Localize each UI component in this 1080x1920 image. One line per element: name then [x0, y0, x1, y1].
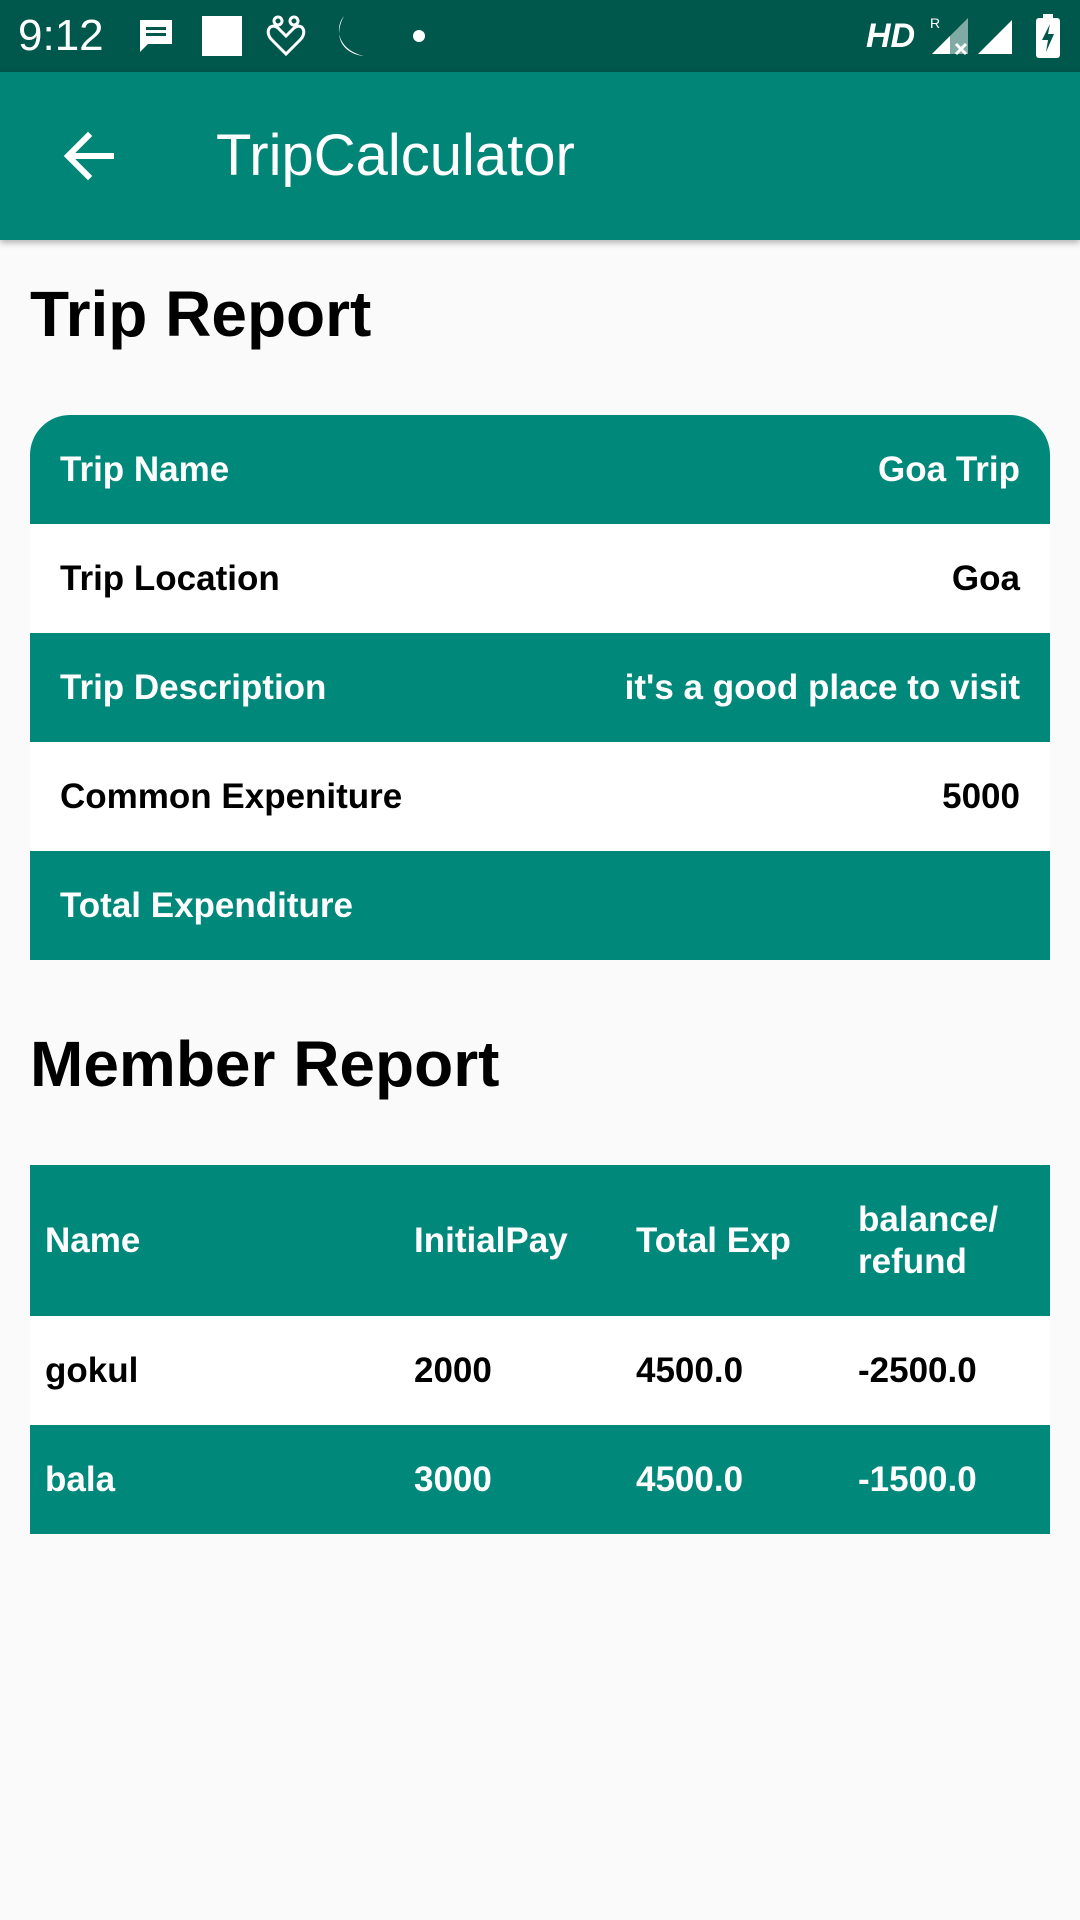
- trip-name-value: Goa Trip: [878, 449, 1020, 489]
- total-expenditure-row: Total Expenditure: [30, 851, 1050, 960]
- trip-description-label: Trip Description: [60, 667, 327, 707]
- arrow-left-icon: [63, 131, 114, 181]
- table-row: gokul 2000 4500.0 -2500.0: [30, 1316, 1050, 1425]
- dot-icon: [413, 30, 425, 42]
- app-title: TripCalculator: [216, 123, 575, 188]
- trip-location-row: Trip Location Goa: [30, 524, 1050, 633]
- hands-icon: [266, 15, 306, 57]
- back-button[interactable]: [40, 108, 136, 204]
- signal-icon: [978, 20, 1012, 54]
- balance-cell: -2500.0: [858, 1350, 977, 1390]
- square-icon: [202, 16, 242, 56]
- table-row: bala 3000 4500.0 -1500.0: [30, 1425, 1050, 1534]
- column-header-balance-refund: balance/ refund: [858, 1199, 999, 1281]
- trip-name-row: Trip Name Goa Trip: [30, 415, 1050, 524]
- trip-location-label: Trip Location: [60, 558, 280, 598]
- message-icon: [140, 20, 172, 52]
- total-exp-cell: 4500.0: [636, 1459, 744, 1499]
- moon-icon: [338, 16, 364, 56]
- network-type-label: HD: [866, 17, 916, 55]
- member-name-cell: gokul: [45, 1350, 139, 1390]
- trip-description-row: Trip Description it's a good place to vi…: [30, 633, 1050, 742]
- balance-cell: -1500.0: [858, 1459, 977, 1499]
- svg-text:R: R: [930, 15, 940, 31]
- member-report-table: Name InitialPay Total Exp balance/ refun…: [30, 1165, 1050, 1534]
- trip-report-table: Trip Name Goa Trip Trip Location Goa Tri…: [30, 415, 1050, 960]
- trip-report-heading: Trip Report: [30, 278, 372, 350]
- trip-location-value: Goa: [951, 558, 1020, 598]
- roaming-signal-icon: R: [930, 15, 968, 56]
- status-time: 9:12: [18, 11, 104, 60]
- member-table-header: Name InitialPay Total Exp balance/ refun…: [30, 1165, 1050, 1316]
- app-bar: TripCalculator: [0, 72, 1080, 240]
- initial-pay-cell: 2000: [414, 1350, 492, 1390]
- initial-pay-cell: 3000: [414, 1459, 492, 1499]
- total-exp-cell: 4500.0: [636, 1350, 744, 1390]
- common-expenditure-value: 5000: [942, 776, 1020, 816]
- member-report-heading: Member Report: [30, 1028, 500, 1100]
- status-bar: 9:12 HD R: [0, 0, 1080, 72]
- trip-description-value: it's a good place to visit: [624, 667, 1020, 707]
- common-expenditure-label: Common Expeniture: [60, 776, 403, 816]
- column-header-total-exp: Total Exp: [636, 1220, 791, 1260]
- trip-name-label: Trip Name: [60, 449, 230, 489]
- total-expenditure-label: Total Expenditure: [60, 885, 353, 925]
- common-expenditure-row: Common Expeniture 5000: [30, 742, 1050, 851]
- member-name-cell: bala: [45, 1459, 116, 1499]
- column-header-initial-pay: InitialPay: [414, 1220, 568, 1260]
- battery-charging-icon: [1036, 14, 1060, 58]
- column-header-name: Name: [45, 1220, 141, 1260]
